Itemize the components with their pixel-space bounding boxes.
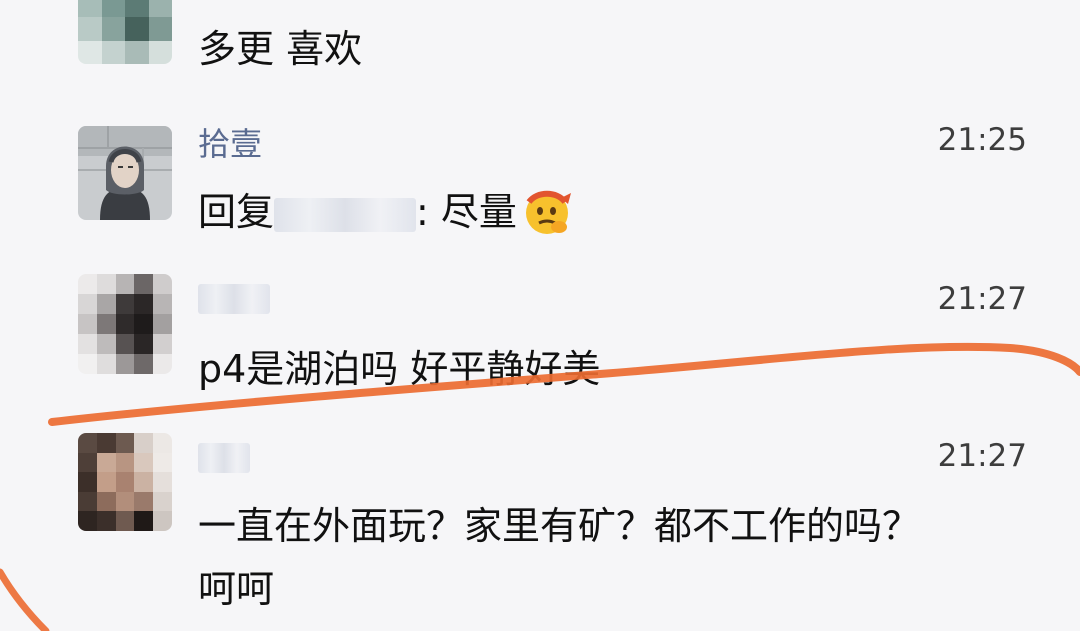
blurred-sender-name [198,443,250,473]
chat-thread: 多更 喜欢 拾壹 21:25 回复 : 尽量 21:27 p4是湖泊吗 好平静好美… [0,0,1080,631]
message-time: 21:25 [937,122,1027,158]
message-text-line-1: 一直在外面玩？家里有矿？都不工作的吗？ [198,504,921,548]
message-time: 21:27 [937,438,1027,474]
blurred-username [274,197,417,232]
message-time: 21:27 [937,281,1027,317]
message-text-reply: 回复 : 尽量 [198,183,573,241]
blurred-sender-name [198,284,270,314]
saluting-face-emoji-icon [521,185,573,237]
hooded-person-avatar-icon [78,126,172,220]
message-text: 多更 喜欢 [198,27,363,71]
avatar-blurred[interactable] [78,433,172,531]
reply-prefix: 回复 [198,190,275,234]
message-text-line-2: 呵呵 [198,567,275,611]
avatar-top-blurred[interactable] [78,0,172,64]
message-text: p4是湖泊吗 好平静好美 [198,347,601,391]
avatar-shiyi[interactable] [78,126,172,220]
reply-suffix: : 尽量 [416,190,517,234]
avatar-blurred[interactable] [78,274,172,374]
sender-name[interactable]: 拾壹 [198,128,262,160]
